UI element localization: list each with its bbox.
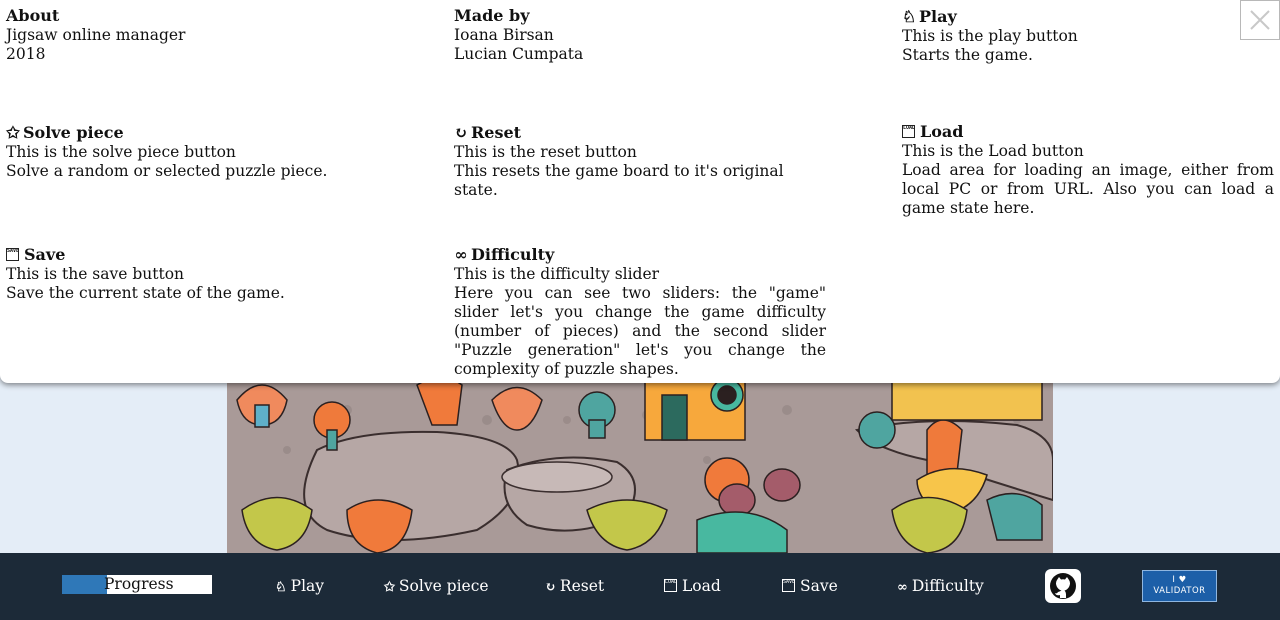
load-info-line-2: Load area for loading an image, either f…: [902, 161, 1274, 217]
solve-info-heading: Solve piece: [23, 123, 124, 142]
about-line-app-name: Jigsaw online manager: [6, 26, 186, 44]
save-button-label: Save: [800, 577, 838, 595]
bottom-toolbar: Progress ♘ Play ✩ Solve piece ↻ Reset LOAD L…: [0, 553, 1280, 620]
reset-info-block: ↻ Reset This is the reset button This res…: [454, 123, 826, 200]
reset-button[interactable]: ↻ Reset: [545, 575, 604, 599]
validator-badge[interactable]: I ♥ VALIDATOR: [1142, 570, 1217, 602]
load-button[interactable]: LOAD Load: [664, 575, 721, 597]
star-icon: ✩: [384, 580, 395, 595]
difficulty-info-heading: Difficulty: [471, 245, 555, 264]
difficulty-info-line-1: This is the difficulty slider: [454, 265, 660, 283]
load-button-label: Load: [682, 577, 721, 595]
solve-info-line-1: This is the solve piece button: [6, 143, 236, 161]
load-icon: LOAD: [902, 125, 915, 138]
author-2: Lucian Cumpata: [454, 45, 584, 63]
difficulty-button[interactable]: ∞ Difficulty: [897, 575, 984, 599]
difficulty-button-label: Difficulty: [911, 577, 984, 595]
infinity-icon: ∞: [897, 580, 908, 595]
solve-piece-button[interactable]: ✩ Solve piece: [384, 575, 489, 599]
save-info-block: SAVE Save This is the save button Save th…: [6, 245, 431, 303]
play-icon: ♘: [902, 7, 917, 26]
save-button[interactable]: SAVE Save: [782, 575, 838, 597]
difficulty-info-block: ∞ Difficulty This is the difficulty slide…: [454, 245, 826, 379]
reset-icon: ↻: [454, 123, 468, 142]
play-button-label: Play: [290, 577, 325, 595]
progress-fill: [62, 575, 107, 594]
made-by-heading: Made by: [454, 6, 530, 25]
github-icon: [1050, 573, 1076, 599]
progress-label: Progress: [104, 575, 174, 593]
about-dialog: About Jigsaw online manager 2018 Made by…: [0, 0, 1280, 383]
solve-info-block: ✩ Solve piece This is the solve piece but…: [6, 123, 431, 181]
reset-info-line-1: This is the reset button: [454, 143, 637, 161]
star-icon: ✩: [6, 123, 20, 142]
close-button[interactable]: [1240, 0, 1280, 40]
about-line-year: 2018: [6, 45, 46, 63]
solve-info-line-2: Solve a random or selected puzzle piece.: [6, 162, 328, 180]
validator-line-2: VALIDATOR: [1153, 586, 1206, 596]
progress-bar: Progress: [62, 575, 212, 594]
save-icon: SAVE: [6, 248, 19, 261]
play-info-heading: Play: [919, 7, 957, 26]
save-info-heading: Save: [24, 245, 66, 264]
validator-line-1: I ♥: [1172, 575, 1187, 585]
play-info-line-2: Starts the game.: [902, 46, 1033, 64]
difficulty-info-line-2: Here you can see two sliders: the "game"…: [454, 284, 826, 378]
load-info-heading: Load: [920, 122, 964, 141]
solve-piece-button-label: Solve piece: [398, 577, 489, 595]
play-button[interactable]: ♘ Play: [275, 575, 324, 599]
about-heading: About: [6, 6, 60, 25]
save-info-line-2: Save the current state of the game.: [6, 284, 285, 302]
play-info-line-1: This is the play button: [902, 27, 1078, 45]
save-info-line-1: This is the save button: [6, 265, 185, 283]
reset-icon: ↻: [545, 580, 556, 595]
save-icon: SAVE: [782, 579, 795, 592]
load-info-line-1: This is the Load button: [902, 142, 1084, 160]
load-icon: LOAD: [664, 579, 677, 592]
play-icon: ♘: [275, 580, 287, 595]
load-info-block: LOAD Load This is the Load button Load ar…: [902, 122, 1274, 218]
infinity-icon: ∞: [454, 245, 468, 264]
reset-button-label: Reset: [559, 577, 605, 595]
github-link[interactable]: [1045, 569, 1081, 603]
made-by-block: Made by Ioana Birsan Lucian Cumpata: [454, 6, 826, 64]
reset-info-heading: Reset: [471, 123, 522, 142]
close-icon: [1250, 10, 1270, 30]
author-1: Ioana Birsan: [454, 26, 554, 44]
play-info-block: ♘ Play This is the play button Starts the…: [902, 7, 1274, 65]
reset-info-line-2: This resets the game board to it's origi…: [454, 162, 784, 199]
about-block: About Jigsaw online manager 2018: [6, 6, 431, 64]
